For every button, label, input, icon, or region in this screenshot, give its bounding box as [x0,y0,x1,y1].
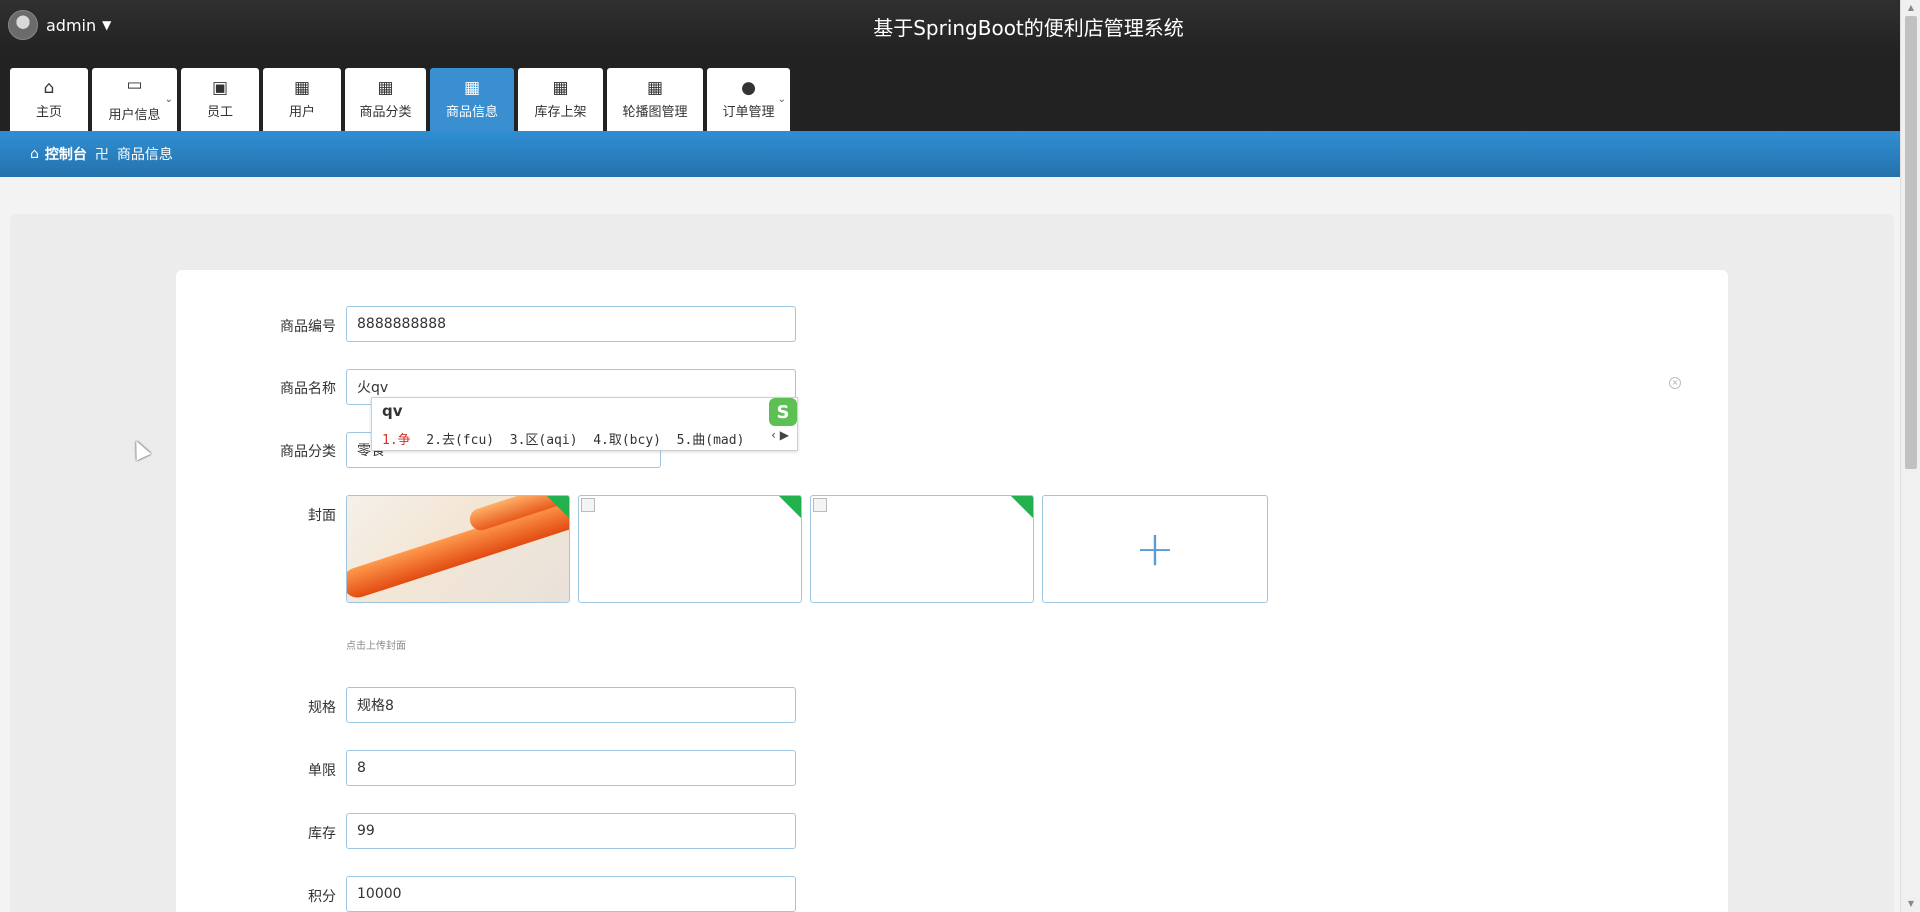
breadcrumb-separator: 卍 [94,147,109,163]
tab-label: 员工 [206,105,233,120]
scroll-up-icon[interactable]: ▲ [1901,0,1920,16]
tab-category[interactable]: ▦ 商品分类 [345,68,426,131]
product-photo [347,496,569,602]
page-scrollbar[interactable]: ▲ ▼ [1900,0,1920,912]
app-title: 基于SpringBoot的便利店管理系统 [873,16,1184,40]
selected-corner-icon [779,496,801,518]
selected-corner-icon [1011,496,1033,518]
selected-corner-icon [547,496,569,518]
points-input[interactable]: 10000 [346,876,796,912]
upload-button[interactable]: + [1042,495,1268,603]
ime-candidate-window: qv S 1.争 2.去(fcu) 3.区(aqi) 4.取(bcy) 5.曲(… [371,397,798,451]
tab-label: 商品分类 [359,105,412,120]
scroll-thumb[interactable] [1905,16,1917,469]
chevron-down-icon: ⌄ [164,94,173,105]
tab-users[interactable]: ▦ 用户 [263,68,341,131]
cover-image-2[interactable] [578,495,802,603]
points-label: 积分 [308,889,336,905]
grid-icon: ▦ [463,78,481,98]
spec-input[interactable]: 规格8 [346,687,796,723]
cover-image-3[interactable] [810,495,1034,603]
breadcrumb-current: 商品信息 [116,147,173,163]
tab-carousel[interactable]: ▦ 轮播图管理 [607,68,703,131]
tab-label: 用户信息 [108,108,161,123]
tab-label: 轮播图管理 [622,105,688,120]
tab-label: 库存上架 [534,105,587,120]
tab-home[interactable]: ⌂ 主页 [10,68,88,131]
spec-label: 规格 [308,700,336,716]
broken-image-icon [581,498,595,512]
grid-icon: ▦ [552,78,569,98]
main-nav: ⌂ 主页 ▭ 用户信息 ⌄ ▣ 员工 ▦ 用户 ▦ 商品分类 ▦ 商品信息 ▦ … [0,52,1900,131]
wallet-icon: ▭ [126,75,143,95]
grid-icon: ▦ [293,78,311,98]
broken-image-icon [813,498,827,512]
tab-staff[interactable]: ▣ 员工 [181,68,259,131]
code-input[interactable]: 8888888888 [346,306,796,342]
home-icon: ⌂ [30,146,39,162]
category-label: 商品分类 [280,444,336,460]
briefcase-icon: ▣ [211,78,229,98]
user-icon: ● [741,78,756,98]
limit-input[interactable]: 8 [346,750,796,786]
tab-stock[interactable]: ▦ 库存上架 [518,68,603,131]
scroll-down-icon[interactable]: ▼ [1901,896,1920,912]
limit-label: 单限 [308,763,336,779]
stock-label: 库存 [308,826,336,842]
top-bar: admin ▼ 基于SpringBoot的便利店管理系统 [0,0,1900,52]
tab-label: 商品信息 [445,105,498,120]
tab-label: 用户 [288,105,315,120]
tab-orders[interactable]: ● 订单管理 ⌄ [707,68,790,131]
breadcrumb-home[interactable]: 控制台 [45,144,87,164]
cover-hint: 点击上传封面 [346,641,406,652]
grid-icon: ▦ [646,78,664,98]
stock-input[interactable]: 99 [346,813,796,849]
ime-candidates[interactable]: 1.争 2.去(fcu) 3.区(aqi) 4.取(bcy) 5.曲(mad) [382,429,744,448]
chevron-down-icon: ⌄ [777,94,786,105]
plus-icon: + [1134,521,1176,577]
ime-page-arrows-icon[interactable]: ‹ ▶ [771,428,789,442]
tab-label: 主页 [35,105,62,120]
tab-user-info[interactable]: ▭ 用户信息 ⌄ [92,68,177,131]
sogou-logo-icon: S [769,398,797,426]
cover-image-1[interactable] [346,495,570,603]
code-label: 商品编号 [280,319,336,335]
grid-icon: ▦ [377,78,394,98]
ime-first-candidate[interactable]: 1.争 [382,433,411,448]
clear-icon[interactable]: × [1669,377,1681,389]
name-label: 商品名称 [280,381,336,397]
home-icon: ⌂ [43,78,55,98]
ime-composition: qv [382,402,403,420]
cover-label: 封面 [308,508,336,524]
tab-product-info[interactable]: ▦ 商品信息 [430,68,514,131]
tab-label: 订单管理 [722,105,775,120]
breadcrumb: ⌂ 控制台 卍 商品信息 [0,131,1900,177]
